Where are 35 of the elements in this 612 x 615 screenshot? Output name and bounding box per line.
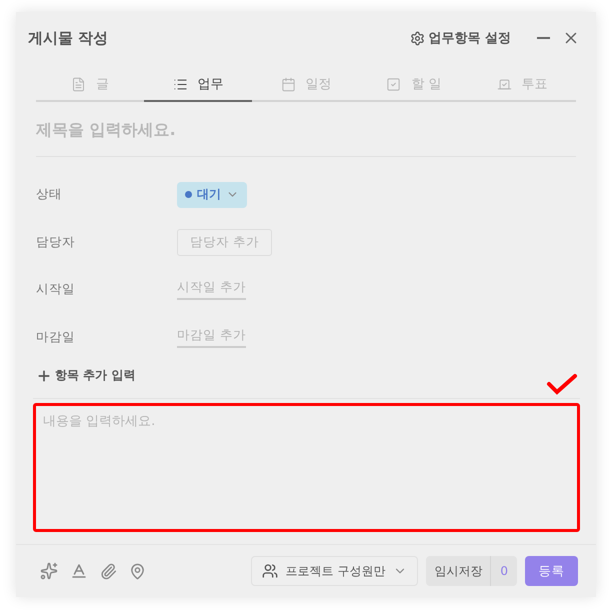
- status-dropdown[interactable]: 대기: [177, 182, 247, 208]
- add-item-button[interactable]: 항목 추가 입력: [36, 367, 136, 384]
- draft-count: 0: [490, 556, 517, 586]
- tab[interactable]: 글: [36, 68, 144, 102]
- visibility-dropdown[interactable]: 프로젝트 구성원만: [250, 556, 418, 586]
- location-pin-icon[interactable]: [129, 562, 146, 580]
- date-link[interactable]: 시작일 추가: [177, 279, 246, 300]
- field-label: 마감일: [36, 328, 76, 346]
- submit-button[interactable]: 등록: [525, 556, 578, 586]
- tab-icon: [71, 76, 86, 92]
- text-format-icon[interactable]: [70, 562, 88, 580]
- settings-link[interactable]: 업무항목 설정: [410, 29, 511, 47]
- tab-icon: [280, 76, 296, 92]
- status-dot-icon: [185, 191, 192, 198]
- minus-icon: [537, 37, 550, 39]
- field-label: 상태: [36, 186, 63, 204]
- people-icon: [262, 563, 278, 579]
- field-label: 담당자: [36, 234, 76, 251]
- paperclip-icon[interactable]: [100, 562, 117, 580]
- sparkle-icon[interactable]: [40, 562, 58, 580]
- dialog-title: 게시물 작성: [28, 28, 110, 48]
- tab[interactable]: 일정: [252, 68, 360, 102]
- content-textarea[interactable]: 내용을 입력하세요.: [33, 403, 580, 532]
- field-label: 시작일: [36, 281, 76, 298]
- date-link[interactable]: 마감일 추가: [177, 326, 246, 348]
- assignee-button[interactable]: 담당자 추가: [177, 228, 272, 256]
- check-mark-icon: [546, 373, 578, 395]
- save-draft-button[interactable]: 임시저장: [426, 556, 490, 586]
- tab-icon: [386, 76, 402, 92]
- tab[interactable]: 할 일: [360, 68, 468, 102]
- plus-icon: [36, 368, 52, 384]
- tab[interactable]: 업무: [144, 68, 252, 102]
- settings-icon: [410, 30, 426, 46]
- tab-icon: [496, 76, 512, 92]
- tab[interactable]: 투표: [468, 68, 576, 102]
